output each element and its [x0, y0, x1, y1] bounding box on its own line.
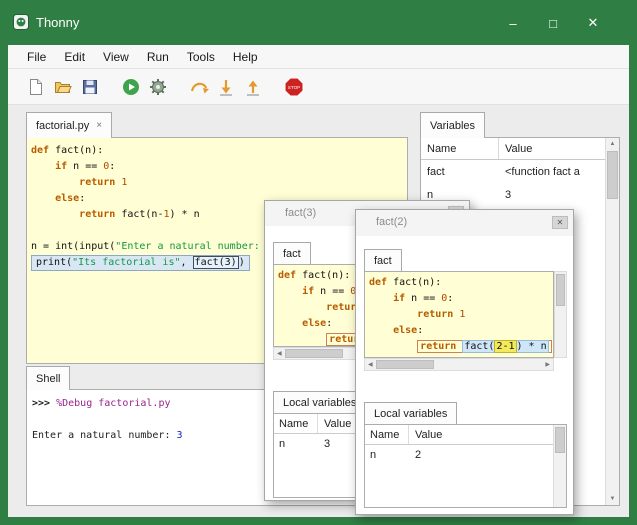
svg-text:STOP: STOP — [288, 85, 300, 90]
close-button[interactable]: ✕ — [573, 10, 613, 36]
tab-label: factorial.py — [36, 120, 89, 132]
column-header-name: Name — [274, 414, 318, 433]
local-variables-tab: Local variables — [273, 391, 366, 413]
scrollbar-thumb[interactable] — [556, 274, 565, 306]
scrollbar-thumb[interactable] — [285, 349, 343, 358]
local-variable-row[interactable]: n 2 — [365, 445, 553, 465]
run-script-button[interactable] — [119, 74, 145, 100]
new-file-icon — [26, 77, 46, 97]
table-header: Name Value — [365, 425, 553, 445]
local-variables-table: Name Value n 2 — [364, 424, 567, 508]
menubar: File Edit View Run Tools Help — [8, 45, 629, 69]
thonny-window: Thonny – □ ✕ File Edit View Run Tools He… — [0, 0, 637, 525]
scroll-left-icon[interactable]: ◀ — [274, 350, 285, 357]
frame-tab-fact[interactable]: fact — [273, 242, 311, 264]
scroll-down-icon[interactable]: ▼ — [606, 496, 619, 502]
column-header-name: Name — [421, 138, 499, 159]
column-header-value: Value — [318, 418, 351, 430]
new-file-button[interactable] — [24, 74, 50, 100]
horizontal-scrollbar[interactable]: ◀ ▶ — [364, 358, 554, 371]
scroll-right-icon[interactable]: ▶ — [542, 361, 553, 368]
tab-variables[interactable]: Variables — [420, 112, 485, 138]
tab-shell[interactable]: Shell — [26, 366, 70, 390]
step-out-icon — [243, 77, 263, 97]
open-file-button[interactable] — [51, 74, 77, 100]
step-into-icon — [216, 77, 236, 97]
tab-label: fact — [374, 255, 392, 267]
debug-script-button[interactable] — [146, 74, 172, 100]
thonny-logo-icon — [13, 14, 29, 30]
run-icon — [121, 77, 141, 97]
scroll-up-icon[interactable]: ▲ — [606, 141, 619, 147]
scroll-left-icon[interactable]: ◀ — [365, 361, 376, 368]
step-into-button[interactable] — [214, 74, 240, 100]
scrollbar-thumb[interactable] — [555, 427, 565, 453]
menu-edit[interactable]: Edit — [55, 46, 94, 68]
frame-title: fact(2) — [376, 216, 407, 228]
frame-close-button[interactable]: ✕ — [552, 216, 568, 229]
open-folder-icon — [53, 77, 73, 97]
stop-button[interactable]: STOP — [282, 74, 308, 100]
local-variables-tab: Local variables — [364, 402, 457, 424]
maximize-button[interactable]: □ — [533, 10, 573, 36]
variable-row-fact[interactable]: fact <function fact a — [421, 160, 605, 183]
variables-header: Name Value — [421, 138, 605, 160]
step-out-button[interactable] — [241, 74, 267, 100]
table-scrollbar[interactable] — [553, 425, 566, 507]
frame-title: fact(3) — [285, 207, 316, 219]
scrollbar-thumb[interactable] — [376, 360, 434, 369]
minimize-button[interactable]: – — [493, 10, 533, 36]
menu-tools[interactable]: Tools — [178, 46, 224, 68]
step-over-icon — [189, 77, 209, 97]
stop-icon: STOP — [284, 77, 304, 97]
tab-label: Local variables — [374, 408, 447, 420]
window-title: Thonny — [36, 15, 79, 30]
scrollbar-thumb[interactable] — [607, 151, 618, 199]
save-icon — [80, 77, 100, 97]
column-header-value: Value — [499, 143, 532, 155]
toolbar: STOP — [8, 69, 629, 105]
variables-scrollbar[interactable]: ▲ ▼ — [605, 138, 619, 505]
save-file-button[interactable] — [78, 74, 104, 100]
column-header-value: Value — [409, 429, 442, 441]
step-over-button[interactable] — [187, 74, 213, 100]
menu-file[interactable]: File — [18, 46, 55, 68]
tab-label: Variables — [430, 120, 475, 132]
frame-code-editor[interactable]: def fact(n): if n == 0: return 1 else: r… — [364, 271, 554, 358]
tab-factorial-py[interactable]: factorial.py × — [26, 112, 112, 138]
tab-label: Shell — [36, 373, 60, 385]
titlebar[interactable]: Thonny – □ ✕ — [0, 0, 637, 45]
tab-close-icon[interactable]: × — [96, 120, 102, 131]
menu-help[interactable]: Help — [224, 46, 267, 68]
tab-label: fact — [283, 248, 301, 260]
stack-frame-window-fact2: fact(2) ✕ fact def fact(n): if n == 0: r… — [355, 209, 574, 515]
tab-label: Local variables — [283, 397, 356, 409]
menu-run[interactable]: Run — [138, 46, 178, 68]
frame-titlebar[interactable]: fact(2) ✕ — [356, 210, 573, 236]
frame-tab-fact[interactable]: fact — [364, 249, 402, 271]
code-scrollbar[interactable] — [554, 271, 567, 358]
menu-view[interactable]: View — [94, 46, 138, 68]
column-header-name: Name — [365, 425, 409, 444]
debug-icon — [148, 77, 168, 97]
